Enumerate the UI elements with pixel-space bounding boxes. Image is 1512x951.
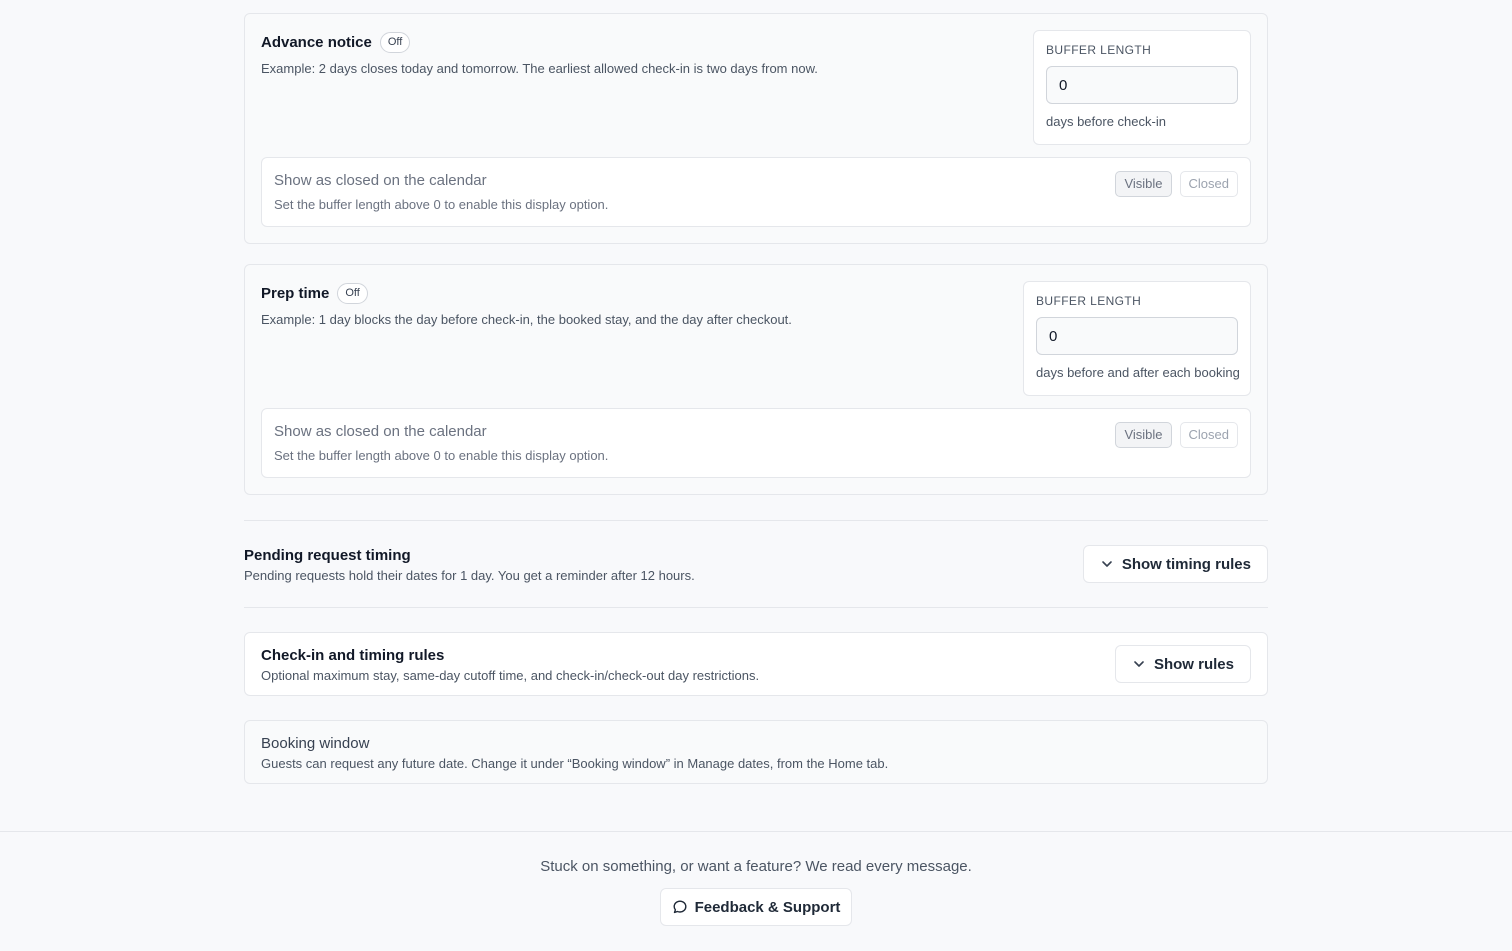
pending-request-title: Pending request timing (244, 547, 411, 564)
chat-bubble-icon (673, 900, 687, 914)
booking-window-description: Guests can request any future date. Chan… (261, 756, 889, 771)
pending-request-description: Pending requests hold their dates for 1 … (244, 568, 695, 583)
checkin-rules-description: Optional maximum stay, same-day cutoff t… (261, 668, 760, 683)
prep-time-buffer-unit: days before and after each booking (1036, 365, 1240, 380)
chevron-down-icon (1134, 661, 1144, 667)
advance-notice-display-toggle: Visible Closed (1115, 171, 1238, 197)
advance-notice-buffer-unit: days before check-in (1046, 114, 1166, 129)
prep-time-closed-button[interactable]: Closed (1179, 422, 1238, 448)
prep-time-display-title: Show as closed on the calendar (274, 423, 487, 440)
booking-window-card: Booking window Guests can request any fu… (244, 720, 1268, 784)
footer-text: Stuck on something, or want a feature? W… (540, 858, 972, 875)
booking-window-title: Booking window (261, 735, 370, 752)
advance-notice-status-badge: Off (379, 32, 411, 53)
prep-time-title: Prep time (261, 285, 330, 302)
advance-notice-buffer-input[interactable] (1046, 66, 1238, 104)
advance-notice-description: Example: 2 days closes today and tomorro… (261, 61, 818, 76)
footer: Stuck on something, or want a feature? W… (0, 831, 1512, 951)
advance-notice-closed-button[interactable]: Closed (1179, 171, 1238, 197)
show-timing-rules-button[interactable]: Show timing rules (1082, 545, 1268, 583)
prep-time-buffer-box: BUFFER LENGTH days before and after each… (1023, 281, 1251, 396)
prep-time-status-badge: Off (337, 283, 368, 304)
advance-notice-visible-button[interactable]: Visible (1115, 171, 1172, 197)
advance-notice-header: Advance notice Off (261, 32, 411, 53)
advance-notice-card: Advance notice Off Example: 2 days close… (244, 13, 1268, 244)
show-rules-button[interactable]: Show rules (1114, 645, 1251, 683)
advance-notice-display-title: Show as closed on the calendar (274, 172, 487, 189)
checkin-rules-title: Check-in and timing rules (261, 647, 445, 664)
advance-notice-buffer-label: BUFFER LENGTH (1046, 43, 1152, 57)
prep-time-buffer-label: BUFFER LENGTH (1036, 294, 1142, 308)
show-timing-rules-label: Show timing rules (1121, 555, 1251, 573)
checkin-rules-card: Check-in and timing rules Optional maxim… (244, 632, 1268, 696)
prep-time-card: Prep time Off Example: 1 day blocks the … (244, 264, 1268, 495)
prep-time-visible-button[interactable]: Visible (1115, 422, 1172, 448)
pending-request-section: Pending request timing Pending requests … (244, 520, 1268, 608)
prep-time-display-option: Show as closed on the calendar Set the b… (261, 408, 1251, 478)
advance-notice-display-option: Show as closed on the calendar Set the b… (261, 157, 1251, 227)
prep-time-buffer-input[interactable] (1036, 317, 1238, 355)
advance-notice-display-description: Set the buffer length above 0 to enable … (274, 197, 609, 212)
settings-content: Advance notice Off Example: 2 days close… (244, 13, 1268, 784)
chevron-down-icon (1102, 561, 1112, 567)
prep-time-display-description: Set the buffer length above 0 to enable … (274, 448, 609, 463)
advance-notice-title: Advance notice (261, 34, 372, 51)
show-rules-label: Show rules (1153, 655, 1234, 673)
feedback-support-button[interactable]: Feedback & Support (660, 888, 852, 926)
feedback-support-label: Feedback & Support (694, 898, 841, 916)
prep-time-display-toggle: Visible Closed (1115, 422, 1238, 448)
advance-notice-buffer-box: BUFFER LENGTH days before check-in (1033, 30, 1251, 145)
prep-time-description: Example: 1 day blocks the day before che… (261, 312, 792, 327)
prep-time-header: Prep time Off (261, 283, 368, 304)
